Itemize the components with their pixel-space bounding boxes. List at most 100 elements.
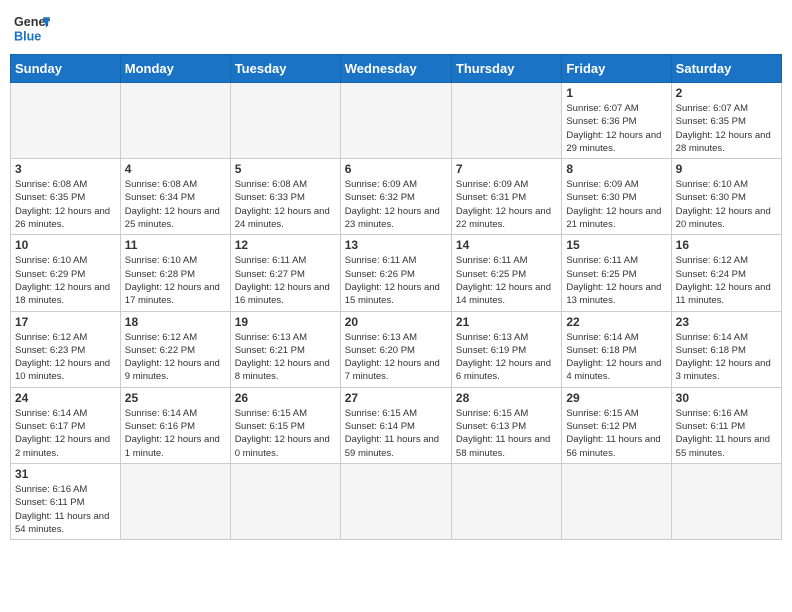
day-number: 5 [235,162,336,176]
calendar-day-cell [230,463,340,539]
calendar-day-cell [340,83,451,159]
calendar-day-cell: 28Sunrise: 6:15 AM Sunset: 6:13 PM Dayli… [451,387,561,463]
calendar-day-cell: 19 Sunrise: 6:13 AM Sunset: 6:21 PM Dayli… [230,311,340,387]
calendar-day-cell: 4 Sunrise: 6:08 AM Sunset: 6:34 PM Daylig… [120,159,230,235]
day-number: 18 [125,315,226,329]
day-number: 13 [345,238,447,252]
calendar-day-cell [671,463,781,539]
day-number: 4 [125,162,226,176]
calendar-day-cell [451,83,561,159]
day-number: 28 [456,391,557,405]
day-number: 15 [566,238,666,252]
calendar-day-cell: 10Sunrise: 6:10 AM Sunset: 6:29 PM Dayli… [11,235,121,311]
day-info: Sunrise: 6:08 AM Sunset: 6:33 PM Dayligh… [235,178,336,231]
day-info: Sunrise: 6:16 AM Sunset: 6:11 PM Dayligh… [15,483,116,536]
day-number: 27 [345,391,447,405]
calendar-week-row: 31 Sunrise: 6:16 AM Sunset: 6:11 PM Dayli… [11,463,782,539]
day-info: Sunrise: 6:15 AM Sunset: 6:12 PM Dayligh… [566,407,666,460]
calendar-day-cell: 2Sunrise: 6:07 AM Sunset: 6:35 PM Daylig… [671,83,781,159]
day-number: 30 [676,391,777,405]
day-number: 11 [125,238,226,252]
day-info: Sunrise: 6:08 AM Sunset: 6:35 PM Dayligh… [15,178,116,231]
day-info: Sunrise: 6:12 AM Sunset: 6:22 PM Dayligh… [125,331,226,384]
day-info: Sunrise: 6:12 AM Sunset: 6:24 PM Dayligh… [676,254,777,307]
calendar-day-cell [340,463,451,539]
calendar-day-cell: 5 Sunrise: 6:08 AM Sunset: 6:33 PM Daylig… [230,159,340,235]
logo-icon: General Blue [14,10,50,46]
page-header: General Blue [10,10,782,46]
day-info: Sunrise: 6:12 AM Sunset: 6:23 PM Dayligh… [15,331,116,384]
day-info: Sunrise: 6:14 AM Sunset: 6:17 PM Dayligh… [15,407,116,460]
day-info: Sunrise: 6:13 AM Sunset: 6:19 PM Dayligh… [456,331,557,384]
day-number: 23 [676,315,777,329]
calendar-week-row: 1Sunrise: 6:07 AM Sunset: 6:36 PM Daylig… [11,83,782,159]
day-info: Sunrise: 6:08 AM Sunset: 6:34 PM Dayligh… [125,178,226,231]
calendar-day-cell: 20 Sunrise: 6:13 AM Sunset: 6:20 PM Dayli… [340,311,451,387]
calendar-day-cell: 16 Sunrise: 6:12 AM Sunset: 6:24 PM Dayli… [671,235,781,311]
day-number: 29 [566,391,666,405]
day-info: Sunrise: 6:14 AM Sunset: 6:16 PM Dayligh… [125,407,226,460]
calendar-day-cell: 8 Sunrise: 6:09 AM Sunset: 6:30 PM Daylig… [562,159,671,235]
calendar-day-cell: 9Sunrise: 6:10 AM Sunset: 6:30 PM Daylig… [671,159,781,235]
day-number: 20 [345,315,447,329]
day-info: Sunrise: 6:13 AM Sunset: 6:20 PM Dayligh… [345,331,447,384]
calendar-day-cell: 24 Sunrise: 6:14 AM Sunset: 6:17 PM Dayli… [11,387,121,463]
calendar-day-cell: 7 Sunrise: 6:09 AM Sunset: 6:31 PM Daylig… [451,159,561,235]
day-number: 8 [566,162,666,176]
calendar-table: SundayMondayTuesdayWednesdayThursdayFrid… [10,54,782,540]
day-number: 7 [456,162,557,176]
day-info: Sunrise: 6:07 AM Sunset: 6:36 PM Dayligh… [566,102,666,155]
calendar-day-cell: 13 Sunrise: 6:11 AM Sunset: 6:26 PM Dayli… [340,235,451,311]
calendar-day-cell [11,83,121,159]
calendar-day-cell: 27Sunrise: 6:15 AM Sunset: 6:14 PM Dayli… [340,387,451,463]
day-info: Sunrise: 6:15 AM Sunset: 6:15 PM Dayligh… [235,407,336,460]
day-info: Sunrise: 6:09 AM Sunset: 6:30 PM Dayligh… [566,178,666,231]
day-number: 19 [235,315,336,329]
calendar-day-cell: 22Sunrise: 6:14 AM Sunset: 6:18 PM Dayli… [562,311,671,387]
calendar-day-cell: 31 Sunrise: 6:16 AM Sunset: 6:11 PM Dayli… [11,463,121,539]
calendar-day-cell: 15 Sunrise: 6:11 AM Sunset: 6:25 PM Dayli… [562,235,671,311]
calendar-day-cell [120,463,230,539]
day-info: Sunrise: 6:13 AM Sunset: 6:21 PM Dayligh… [235,331,336,384]
day-info: Sunrise: 6:11 AM Sunset: 6:25 PM Dayligh… [566,254,666,307]
day-info: Sunrise: 6:09 AM Sunset: 6:31 PM Dayligh… [456,178,557,231]
calendar-day-cell: 14 Sunrise: 6:11 AM Sunset: 6:25 PM Dayli… [451,235,561,311]
calendar-day-cell: 1Sunrise: 6:07 AM Sunset: 6:36 PM Daylig… [562,83,671,159]
day-number: 31 [15,467,116,481]
day-number: 24 [15,391,116,405]
logo: General Blue [14,10,50,46]
day-number: 26 [235,391,336,405]
calendar-header-saturday: Saturday [671,55,781,83]
calendar-day-cell: 3 Sunrise: 6:08 AM Sunset: 6:35 PM Daylig… [11,159,121,235]
calendar-week-row: 24 Sunrise: 6:14 AM Sunset: 6:17 PM Dayli… [11,387,782,463]
calendar-day-cell [451,463,561,539]
calendar-day-cell: 6Sunrise: 6:09 AM Sunset: 6:32 PM Daylig… [340,159,451,235]
day-number: 21 [456,315,557,329]
day-number: 22 [566,315,666,329]
day-info: Sunrise: 6:11 AM Sunset: 6:25 PM Dayligh… [456,254,557,307]
day-number: 9 [676,162,777,176]
day-info: Sunrise: 6:11 AM Sunset: 6:26 PM Dayligh… [345,254,447,307]
calendar-day-cell: 25Sunrise: 6:14 AM Sunset: 6:16 PM Dayli… [120,387,230,463]
day-number: 14 [456,238,557,252]
calendar-day-cell: 29 Sunrise: 6:15 AM Sunset: 6:12 PM Dayli… [562,387,671,463]
day-info: Sunrise: 6:10 AM Sunset: 6:29 PM Dayligh… [15,254,116,307]
calendar-day-cell: 12 Sunrise: 6:11 AM Sunset: 6:27 PM Dayli… [230,235,340,311]
calendar-day-cell: 26 Sunrise: 6:15 AM Sunset: 6:15 PM Dayli… [230,387,340,463]
calendar-day-cell: 23Sunrise: 6:14 AM Sunset: 6:18 PM Dayli… [671,311,781,387]
calendar-week-row: 10Sunrise: 6:10 AM Sunset: 6:29 PM Dayli… [11,235,782,311]
calendar-day-cell: 18 Sunrise: 6:12 AM Sunset: 6:22 PM Dayli… [120,311,230,387]
calendar-header-monday: Monday [120,55,230,83]
calendar-header-friday: Friday [562,55,671,83]
calendar-day-cell: 17Sunrise: 6:12 AM Sunset: 6:23 PM Dayli… [11,311,121,387]
calendar-day-cell: 11Sunrise: 6:10 AM Sunset: 6:28 PM Dayli… [120,235,230,311]
day-info: Sunrise: 6:16 AM Sunset: 6:11 PM Dayligh… [676,407,777,460]
calendar-header-tuesday: Tuesday [230,55,340,83]
day-info: Sunrise: 6:07 AM Sunset: 6:35 PM Dayligh… [676,102,777,155]
day-info: Sunrise: 6:11 AM Sunset: 6:27 PM Dayligh… [235,254,336,307]
calendar-week-row: 3 Sunrise: 6:08 AM Sunset: 6:35 PM Daylig… [11,159,782,235]
calendar-header-thursday: Thursday [451,55,561,83]
day-number: 12 [235,238,336,252]
day-number: 16 [676,238,777,252]
day-number: 3 [15,162,116,176]
